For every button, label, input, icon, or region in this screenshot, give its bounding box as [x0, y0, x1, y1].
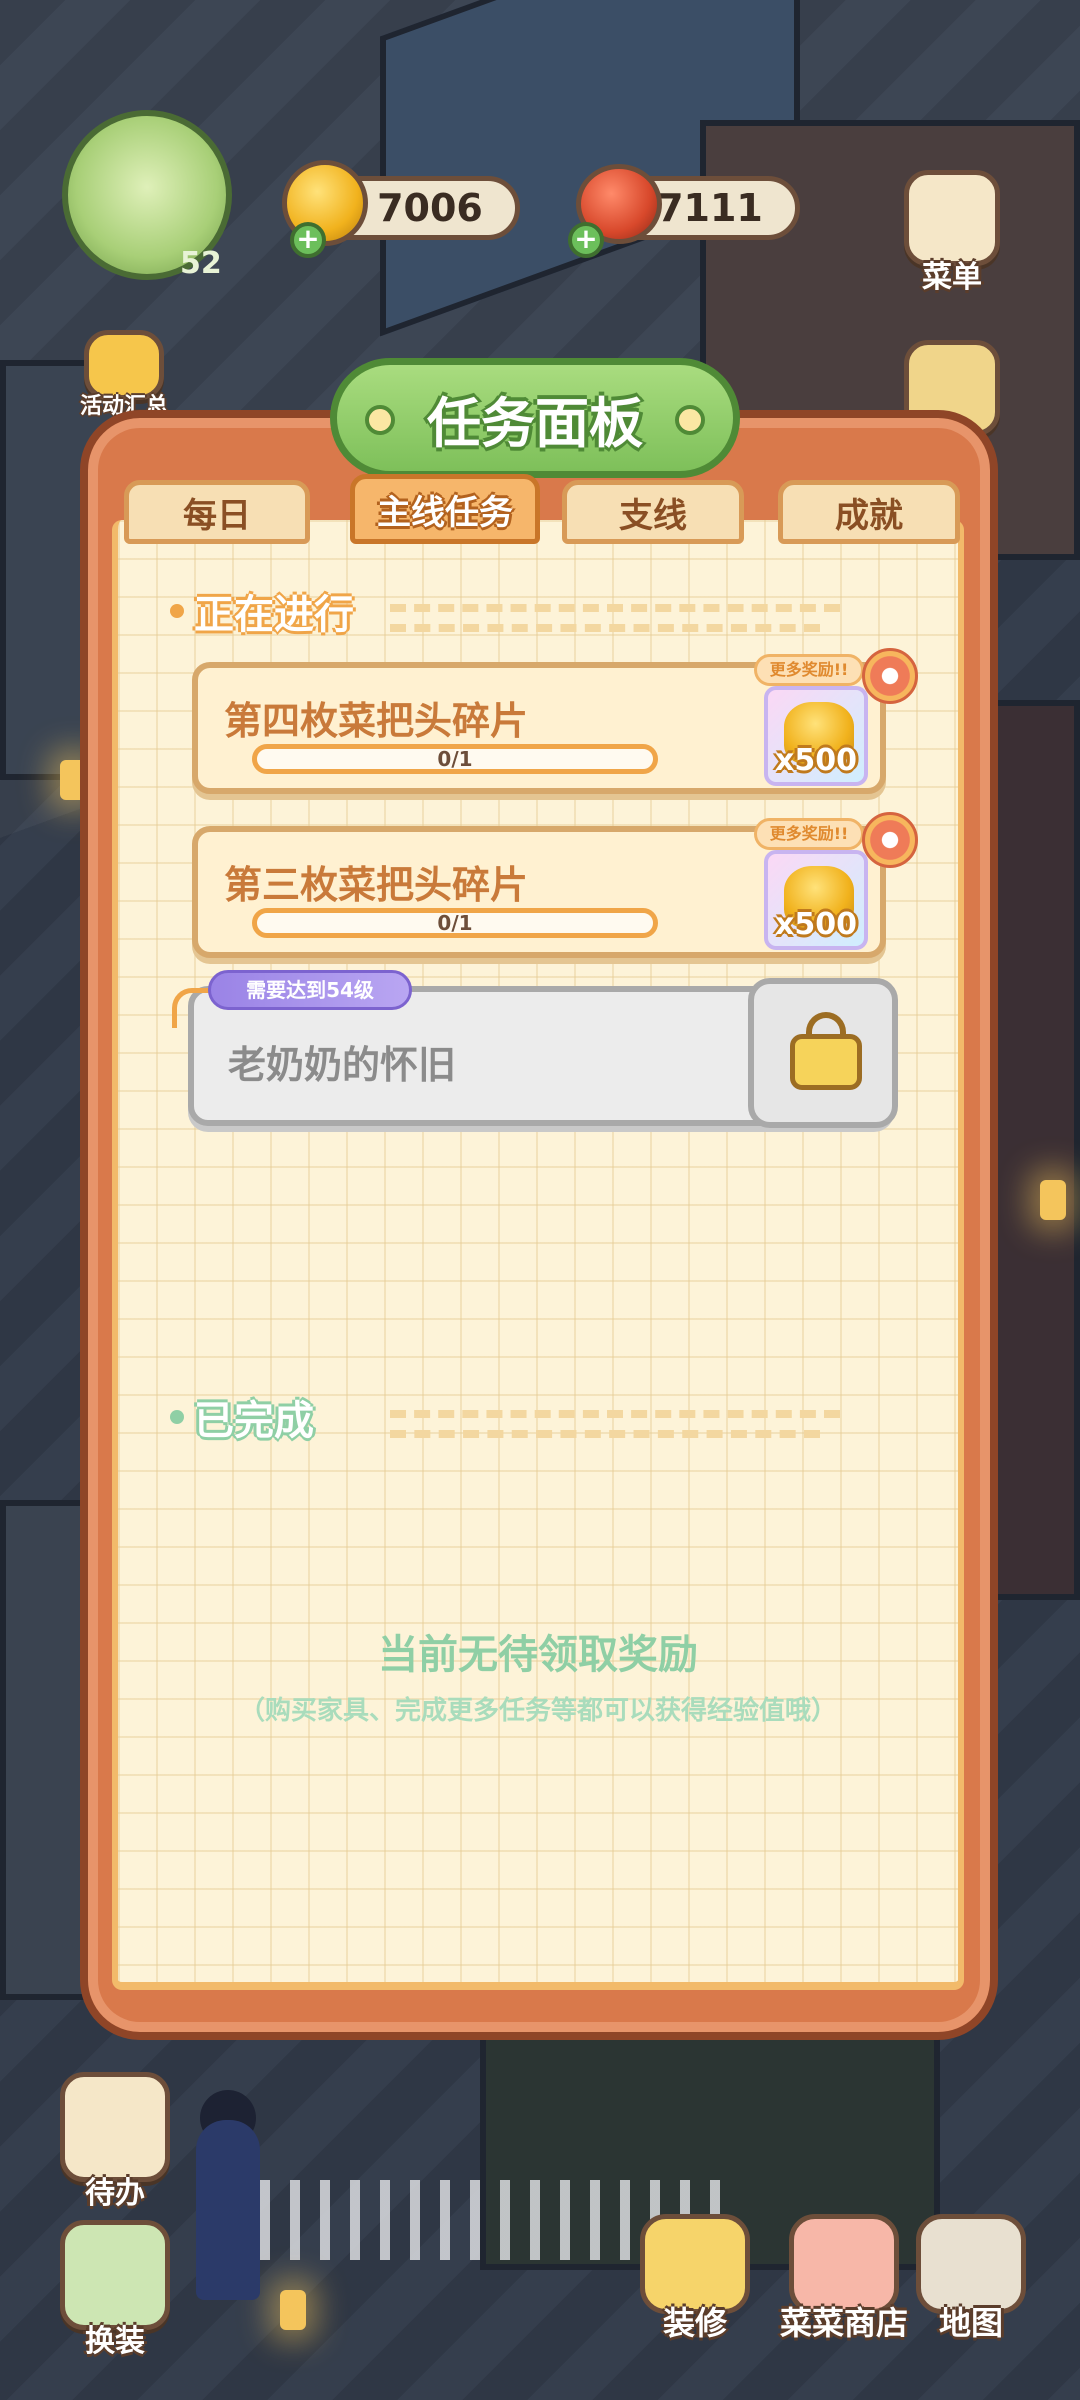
divider	[390, 604, 840, 614]
decorate-button[interactable]: 装修	[640, 2214, 750, 2344]
menu-button[interactable]: 菜单	[904, 170, 1000, 296]
reward-quantity: x500	[775, 907, 857, 942]
more-rewards-tag: 更多奖励!!	[754, 654, 864, 686]
task-card[interactable]: 第三枚菜把头碎片 0/1 x500 更多奖励!!	[192, 812, 918, 958]
tab-daily[interactable]: 每日	[124, 480, 310, 544]
flower-icon[interactable]	[862, 648, 918, 704]
task-progress-bar: 0/1	[252, 908, 658, 938]
divider	[390, 1430, 820, 1440]
player-character[interactable]	[196, 2120, 260, 2300]
level-requirement-tag: 需要达到54级	[208, 970, 412, 1010]
requirement-hook	[172, 988, 212, 1028]
title-dot-right	[675, 405, 705, 435]
decorate-label: 装修	[662, 2304, 727, 2342]
tab-achievements[interactable]: 成就	[778, 480, 960, 544]
divider	[390, 1410, 840, 1420]
empty-rewards-hint: （购买家具、完成更多任务等都可以获得经验值哦）	[238, 1696, 837, 1726]
task-name: 第三枚菜把头碎片	[224, 863, 529, 907]
in-progress-title: 正在进行	[194, 592, 354, 638]
task-card[interactable]: 第四枚菜把头碎片 0/1 x500 更多奖励!!	[192, 648, 918, 794]
activity-summary-button[interactable]: 活动汇总	[80, 330, 168, 420]
more-rewards-tag: 更多奖励!!	[754, 818, 864, 850]
todo-label: 待办	[85, 2176, 145, 2211]
lock-slot	[748, 978, 898, 1128]
dress-up-button[interactable]: 换装	[60, 2220, 170, 2360]
task-name: 第四枚菜把头碎片	[224, 699, 529, 743]
completed-header: 已完成	[170, 1388, 314, 1446]
lock-icon	[790, 1034, 862, 1090]
divider	[390, 624, 820, 634]
task-panel-title: 任务面板	[427, 391, 643, 455]
todo-button[interactable]: 待办	[60, 2072, 170, 2212]
shop-label: 菜菜商店	[780, 2304, 909, 2342]
title-dot-left	[365, 405, 395, 435]
task-progress-bar: 0/1	[252, 744, 658, 774]
add-vegetables-button[interactable]: +	[568, 222, 604, 258]
map-label: 地图	[938, 2304, 1003, 2342]
outfit-icon	[60, 2220, 170, 2330]
lantern-icon	[1040, 1180, 1066, 1220]
section-dot	[170, 604, 184, 618]
reward-slot[interactable]: x500	[764, 686, 868, 786]
map-button[interactable]: 地图	[916, 2214, 1026, 2344]
lantern-icon	[280, 2290, 306, 2330]
reward-quantity: x500	[775, 743, 857, 778]
tab-main-quests[interactable]: 主线任务	[350, 474, 540, 544]
task-panel-title-tag: 任务面板	[330, 358, 740, 478]
checklist-icon	[60, 2072, 170, 2182]
player-level: 52	[180, 246, 222, 281]
tab-side-quests[interactable]: 支线	[562, 480, 744, 544]
task-progress-text: 0/1	[437, 747, 473, 771]
coin-amount: 7006	[377, 186, 483, 230]
dress-up-label: 换装	[85, 2324, 145, 2359]
empty-rewards-message: 当前无待领取奖励	[378, 1632, 698, 1678]
in-progress-header: 正在进行	[170, 582, 354, 640]
section-dot	[170, 1410, 184, 1424]
shop-button[interactable]: 菜菜商店	[780, 2214, 908, 2344]
vegetable-amount: 7111	[657, 186, 763, 230]
locked-task-name: 老奶奶的怀旧	[228, 1043, 457, 1087]
add-coins-button[interactable]: +	[290, 222, 326, 258]
reward-slot[interactable]: x500	[764, 850, 868, 950]
task-progress-text: 0/1	[437, 911, 473, 935]
menu-label: 菜单	[922, 260, 982, 295]
completed-title: 已完成	[194, 1398, 314, 1444]
flower-icon[interactable]	[862, 812, 918, 868]
